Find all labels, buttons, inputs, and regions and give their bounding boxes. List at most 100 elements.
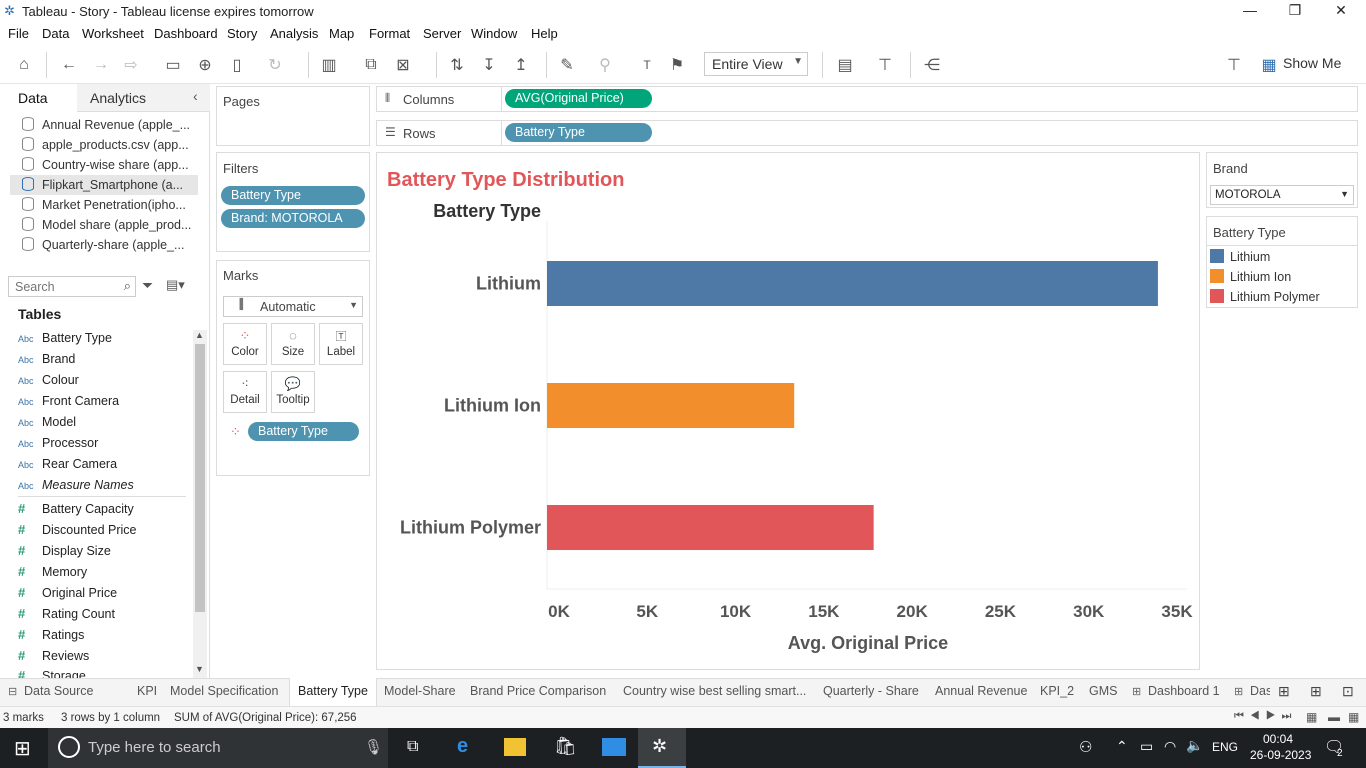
show-cards-icon[interactable]: ▤: [834, 54, 856, 76]
field-battery-capacity[interactable]: # Battery Capacity: [18, 501, 134, 516]
legend-item-lithium[interactable]: Lithium: [1210, 249, 1270, 264]
datasource-item-active[interactable]: Flipkart_Smartphone (a...: [42, 178, 183, 192]
tab-quarterly-share[interactable]: Quarterly - Share: [823, 684, 919, 704]
refresh-icon[interactable]: ↻: [264, 54, 286, 76]
collapse-pane-icon[interactable]: ‹: [193, 88, 198, 104]
field-colour[interactable]: Abc Colour: [18, 373, 79, 387]
people-icon[interactable]: ⚇: [1079, 738, 1092, 756]
sort-ascending-icon[interactable]: ↧: [478, 54, 500, 76]
field-brand[interactable]: Abc Brand: [18, 352, 75, 366]
clock-time[interactable]: 00:04: [1263, 732, 1293, 746]
presentation-mode-icon[interactable]: ⊤: [874, 54, 896, 76]
new-worksheet-tab-icon[interactable]: ⊞: [1278, 683, 1290, 700]
tab-data-source[interactable]: Data Source: [24, 684, 93, 704]
tab-das[interactable]: Das: [1250, 684, 1270, 704]
label-button[interactable]: 🅃 Label: [319, 323, 363, 365]
menu-window[interactable]: Window: [471, 26, 517, 41]
datasource-item[interactable]: Annual Revenue (apple_...: [42, 118, 190, 132]
sort-descending-icon[interactable]: ↥: [510, 54, 532, 76]
menu-data[interactable]: Data: [42, 26, 69, 41]
fit-dropdown[interactable]: Entire View ▼: [704, 52, 808, 76]
size-button[interactable]: ◌ Size: [271, 323, 315, 365]
microphone-icon[interactable]: 🎙: [364, 738, 383, 756]
windows-start-icon[interactable]: ⊞: [14, 736, 31, 761]
wifi-icon[interactable]: ◠: [1164, 738, 1176, 755]
legend-item-lithium-ion[interactable]: Lithium Ion: [1210, 269, 1291, 284]
mark-type-dropdown[interactable]: ▐ Automatic ▼: [223, 296, 363, 317]
filter-pill-brand[interactable]: Brand: MOTOROLA: [221, 209, 365, 228]
datasource-item[interactable]: Quarterly-share (apple_...: [42, 238, 184, 252]
home-icon[interactable]: ⌂: [13, 54, 35, 76]
tab-kpi-2[interactable]: KPI_2: [1040, 684, 1074, 704]
filters-shelf[interactable]: Filters Battery Type Brand: MOTOROLA: [216, 152, 370, 252]
scroll-down-icon[interactable]: ▼: [195, 664, 204, 674]
datasource-item[interactable]: Model share (apple_prod...: [42, 218, 191, 232]
save-icon[interactable]: ▭: [162, 54, 184, 76]
tab-view-icon[interactable]: ▬: [1328, 710, 1340, 724]
tab-battery-type-active[interactable]: Battery Type: [289, 678, 377, 706]
bar-lithium[interactable]: [547, 261, 1158, 306]
rows-pill-battery-type[interactable]: Battery Type: [505, 123, 652, 142]
show-hidden-icons[interactable]: ⌃: [1116, 738, 1128, 755]
volume-icon[interactable]: 🔈: [1186, 737, 1203, 754]
tableau-taskbar-button[interactable]: ✲: [638, 728, 686, 768]
datasource-item[interactable]: Market Penetration(ipho...: [42, 198, 186, 212]
replace-data-icon[interactable]: ⇨: [120, 54, 142, 76]
duplicate-sheet-icon[interactable]: ⧉: [360, 54, 382, 76]
edge-browser-icon[interactable]: e: [457, 735, 468, 758]
undo-icon[interactable]: ←: [58, 54, 80, 76]
field-memory[interactable]: # Memory: [18, 564, 87, 579]
clock-date[interactable]: 26-09-2023: [1250, 748, 1311, 762]
mail-icon[interactable]: [602, 738, 626, 756]
pages-shelf[interactable]: Pages: [216, 86, 370, 146]
close-button[interactable]: ✕: [1331, 2, 1351, 19]
film-strip-icon[interactable]: ▦: [1306, 710, 1317, 724]
field-ratings[interactable]: # Ratings: [18, 627, 84, 642]
menu-worksheet[interactable]: Worksheet: [82, 26, 144, 41]
columns-pill-avg-original-price[interactable]: AVG(Original Price): [505, 89, 652, 108]
field-rating-count[interactable]: # Rating Count: [18, 606, 115, 621]
field-measure-names[interactable]: Abc Measure Names: [18, 478, 134, 492]
detail-button[interactable]: ⁖ Detail: [223, 371, 267, 413]
menu-story[interactable]: Story: [227, 26, 257, 41]
field-battery-type[interactable]: Abc Battery Type: [18, 331, 112, 345]
show-labels-icon[interactable]: T: [636, 54, 658, 76]
view-options-icon[interactable]: ▤▾: [166, 277, 185, 293]
pause-updates-icon[interactable]: ▯: [226, 54, 248, 76]
field-rear-camera[interactable]: Abc Rear Camera: [18, 457, 117, 471]
tab-navigation-icons[interactable]: ⏮◀▶⏭: [1234, 710, 1297, 723]
field-discounted-price[interactable]: # Discounted Price: [18, 522, 137, 537]
restore-button[interactable]: ❐: [1285, 2, 1305, 19]
menu-format[interactable]: Format: [369, 26, 410, 41]
share-icon[interactable]: ⋲: [921, 54, 943, 76]
menu-file[interactable]: File: [8, 26, 29, 41]
bar-lithium-ion[interactable]: [547, 383, 795, 428]
tab-kpi[interactable]: KPI: [137, 684, 157, 704]
color-button[interactable]: ⁘ Color: [223, 323, 267, 365]
show-me-button[interactable]: Show Me: [1283, 55, 1341, 71]
show-me-icon[interactable]: ▦: [1258, 54, 1280, 76]
new-worksheet-icon[interactable]: ▥: [318, 54, 340, 76]
field-list-scrollbar[interactable]: ▲ ▼: [193, 330, 207, 678]
field-original-price[interactable]: # Original Price: [18, 585, 117, 600]
file-explorer-icon[interactable]: [504, 738, 526, 756]
swap-rows-columns-icon[interactable]: ⇅: [446, 54, 468, 76]
bar-lithium-polymer[interactable]: [547, 505, 874, 550]
menu-analysis[interactable]: Analysis: [270, 26, 318, 41]
search-input[interactable]: [9, 277, 119, 296]
new-story-tab-icon[interactable]: ⊡: [1342, 683, 1354, 700]
rows-shelf[interactable]: ☰ Rows Battery Type: [376, 120, 1358, 146]
menu-dashboard[interactable]: Dashboard: [154, 26, 218, 41]
publish-icon[interactable]: ⊤: [1223, 54, 1245, 76]
taskbar-search[interactable]: Type here to search 🎙: [48, 728, 388, 768]
language-indicator[interactable]: ENG: [1212, 740, 1238, 754]
field-front-camera[interactable]: Abc Front Camera: [18, 394, 119, 408]
sheet-sorter-icon[interactable]: ▦: [1348, 710, 1359, 724]
store-icon[interactable]: 🛍: [554, 736, 577, 757]
tab-data[interactable]: Data: [0, 84, 77, 112]
clear-sheet-icon[interactable]: ⊠: [392, 54, 414, 76]
field-reviews[interactable]: # Reviews: [18, 648, 89, 663]
task-view-icon[interactable]: ⧉: [407, 738, 418, 756]
scroll-up-icon[interactable]: ▲: [195, 330, 204, 340]
redo-icon[interactable]: →: [90, 54, 112, 76]
